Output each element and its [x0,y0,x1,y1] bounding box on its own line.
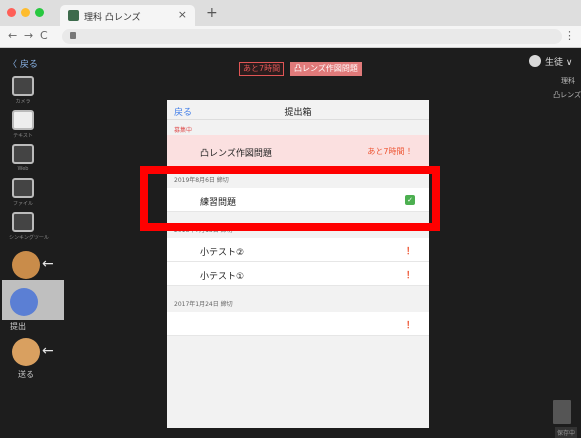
web-tool-label: Web [17,166,29,172]
highlight-box [140,166,440,231]
list-item[interactable]: 小テスト① ！ [167,262,429,286]
assignment-name: 小テスト① [200,272,245,282]
trash-icon[interactable] [553,400,571,424]
browser-navbar: ← → C ⋮ [0,26,581,48]
forward-arrow-icon[interactable]: → [24,29,33,42]
panel-header: 戻る 提出箱 [167,100,429,120]
submission-box-panel: 戻る 提出箱 募集中 凸レンズ作図問題 あと7時間 ！ 2019年8月6日 締切… [167,100,429,428]
app-canvas: 〈 戻る カメラ テキスト Web ファイル シンキングツール ← 提出 ← 送… [0,48,581,438]
file-tool-label: ファイル [12,201,33,207]
submit-label: 提出 [10,322,26,331]
text-tool[interactable]: テキスト [9,110,37,139]
section-heading-2017: 2017年1月24日 締切 [174,301,233,308]
avatar-send[interactable] [12,338,40,366]
file-tool[interactable]: ファイル [9,178,37,207]
remaining-time-badge: あと7時間 [239,62,285,76]
avatar-teacher[interactable] [12,251,40,279]
reload-icon[interactable]: C [40,29,48,42]
text-tool-label: テキスト [13,133,33,139]
lock-icon [70,32,76,39]
tab-title: 理科 凸レンズ [84,13,141,23]
thinking-tool-label: シンキングツール [9,235,49,241]
back-link[interactable]: 〈 戻る [8,57,38,70]
avatar-student[interactable] [10,288,38,316]
thinking-tool[interactable]: シンキングツール [9,212,49,241]
saving-label: 保存中 [555,427,578,438]
address-bar[interactable] [62,29,562,44]
topic-label: 凸レンズ [553,91,581,99]
arrow-left-icon: ← [42,256,54,272]
back-arrow-icon[interactable]: ← [8,29,17,42]
web-search-icon [12,144,34,164]
arrow-left-icon: ← [42,343,54,359]
browser-tabbar: 理科 凸レンズ × + [0,0,581,26]
thinking-tool-icon [12,212,34,232]
list-item[interactable]: ！ [167,312,429,336]
close-window-icon[interactable] [7,8,16,17]
assignment-name: 小テスト② [200,248,245,258]
file-image-icon [12,178,34,198]
warning-icon: ！ [405,321,415,331]
maximize-window-icon[interactable] [35,8,44,17]
warning-icon: ！ [405,247,415,257]
user-avatar-icon [529,55,541,67]
favicon-icon [68,10,79,21]
new-tab-button[interactable]: + [206,5,218,21]
minimize-window-icon[interactable] [21,8,30,17]
section-heading-open: 募集中 [174,127,193,134]
browser-menu-icon[interactable]: ⋮ [564,29,575,42]
warning-icon: ！ [405,271,415,281]
deadline-status: あと7時間 ！ [367,147,415,156]
tab-close-icon[interactable]: × [178,8,187,21]
list-item[interactable]: 小テスト② ！ [167,238,429,262]
camera-icon [12,76,34,96]
left-toolbar: 〈 戻る カメラ テキスト Web ファイル シンキングツール ← 提出 ← 送… [0,48,64,438]
list-item[interactable]: 凸レンズ作図問題 あと7時間 ！ [167,135,429,168]
camera-tool[interactable]: カメラ [9,76,37,105]
panel-title: 提出箱 [284,108,312,118]
camera-tool-label: カメラ [15,99,31,105]
web-tool[interactable]: Web [9,144,37,172]
assignment-name: 凸レンズ作図問題 [200,149,272,159]
subject-label: 理科 [561,77,575,85]
browser-tab[interactable]: 理科 凸レンズ × [60,5,195,26]
text-icon [12,110,34,130]
send-label: 送る [18,370,34,379]
assignment-title-badge[interactable]: 凸レンズ作図問題 [290,62,362,76]
user-name: 生徒 ∨ [545,58,573,68]
